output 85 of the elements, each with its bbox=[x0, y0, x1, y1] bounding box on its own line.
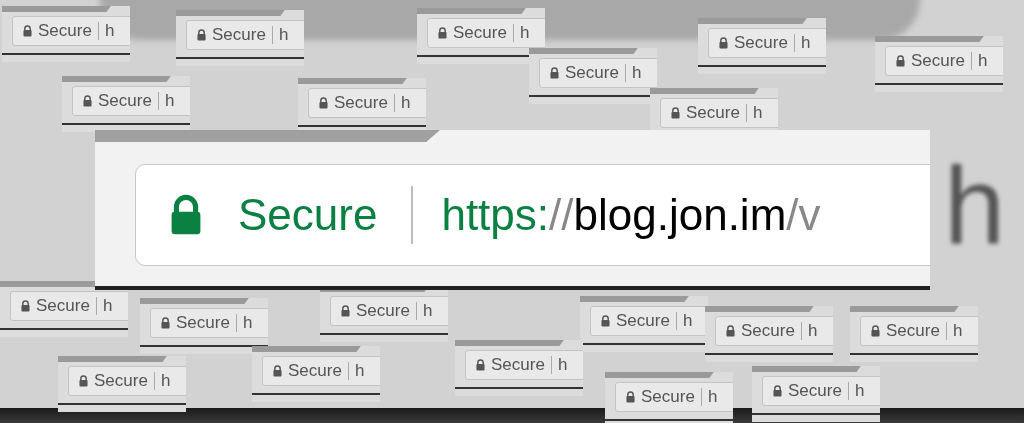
url-text: h bbox=[354, 361, 365, 381]
address-bar[interactable]: Secure h bbox=[186, 20, 304, 50]
lock-icon bbox=[550, 67, 559, 79]
address-bar[interactable]: Secure h bbox=[660, 98, 778, 128]
url-text: h bbox=[707, 387, 718, 407]
secure-label: Secure bbox=[288, 361, 342, 381]
url-text: h bbox=[519, 23, 530, 43]
lock-icon bbox=[773, 385, 782, 397]
secure-label: Secure bbox=[212, 25, 266, 45]
address-bar[interactable]: Secure h bbox=[885, 46, 1003, 76]
url-text: h bbox=[242, 313, 253, 333]
lock-icon bbox=[161, 317, 170, 329]
lock-icon bbox=[871, 325, 880, 337]
address-bar[interactable]: Secure h bbox=[715, 316, 833, 346]
lock-icon bbox=[341, 305, 350, 317]
address-bar[interactable]: Secure h bbox=[150, 308, 268, 338]
lock-icon bbox=[273, 365, 282, 377]
address-bar[interactable]: Secure h bbox=[860, 316, 978, 346]
address-bar[interactable]: Secure h bbox=[539, 58, 657, 88]
url-text: h bbox=[104, 21, 115, 41]
address-bar[interactable]: Secure h bbox=[465, 350, 583, 380]
secure-label: Secure bbox=[565, 63, 619, 83]
address-bar[interactable]: Secure h bbox=[615, 382, 733, 412]
blurred-url-text: h bbox=[944, 150, 1006, 260]
address-bar[interactable]: Secure h bbox=[10, 291, 128, 321]
url-text: h bbox=[807, 321, 818, 341]
secure-label: Secure bbox=[911, 51, 965, 71]
lock-icon bbox=[601, 315, 610, 327]
url-text: h bbox=[557, 355, 568, 375]
secure-label: Secure bbox=[176, 313, 230, 333]
secure-label: Secure bbox=[36, 296, 90, 316]
lock-icon bbox=[79, 375, 88, 387]
address-bar[interactable]: Secure h bbox=[427, 18, 545, 48]
address-bar[interactable]: Secure h bbox=[72, 86, 190, 116]
secure-label: Secure bbox=[886, 321, 940, 341]
secure-label: Secure bbox=[38, 21, 92, 41]
secure-label: Secure bbox=[98, 91, 152, 111]
url-text: h bbox=[752, 103, 763, 123]
url-text: h bbox=[952, 321, 963, 341]
url-text: h bbox=[682, 311, 693, 331]
url-text: h bbox=[164, 91, 175, 111]
lock-icon bbox=[83, 95, 92, 107]
lock-icon bbox=[719, 37, 728, 49]
secure-label: Secure bbox=[453, 23, 507, 43]
secure-label: Secure bbox=[491, 355, 545, 375]
address-bar[interactable]: Secure h bbox=[68, 366, 186, 396]
secure-label: Secure bbox=[356, 301, 410, 321]
lock-icon bbox=[197, 29, 206, 41]
lock-icon bbox=[319, 97, 328, 109]
url-text: h bbox=[278, 25, 289, 45]
url-text: h bbox=[800, 33, 811, 53]
secure-label: Secure bbox=[238, 190, 378, 240]
url-text: h bbox=[422, 301, 433, 321]
url-text: h bbox=[102, 296, 113, 316]
secure-label: Secure bbox=[686, 103, 740, 123]
address-bar[interactable]: Secure h bbox=[12, 16, 130, 46]
secure-label: Secure bbox=[616, 311, 670, 331]
url-text: h bbox=[854, 381, 865, 401]
address-bar[interactable]: Secure h bbox=[262, 356, 380, 386]
address-bar[interactable]: Secure https://blog.jon.im/v bbox=[135, 164, 930, 266]
url-text: h bbox=[977, 51, 988, 71]
secure-label: Secure bbox=[641, 387, 695, 407]
lock-icon bbox=[896, 55, 905, 67]
lock-icon bbox=[438, 27, 447, 39]
address-bar[interactable]: Secure h bbox=[762, 376, 880, 406]
lock-icon bbox=[170, 194, 202, 236]
address-bar[interactable]: Secure h bbox=[708, 28, 826, 58]
secure-label: Secure bbox=[741, 321, 795, 341]
address-bar[interactable]: Secure h bbox=[308, 88, 426, 118]
url-text: h bbox=[631, 63, 642, 83]
lock-icon bbox=[23, 25, 32, 37]
lock-icon bbox=[626, 391, 635, 403]
address-bar[interactable]: Secure h bbox=[330, 296, 448, 326]
lock-icon bbox=[726, 325, 735, 337]
url-text: https://blog.jon.im/v bbox=[441, 190, 821, 240]
lock-icon bbox=[21, 300, 30, 312]
url-text: h bbox=[160, 371, 171, 391]
lock-icon bbox=[671, 107, 680, 119]
secure-label: Secure bbox=[94, 371, 148, 391]
secure-label: Secure bbox=[788, 381, 842, 401]
url-text: h bbox=[400, 93, 411, 113]
secure-label: Secure bbox=[734, 33, 788, 53]
secure-label: Secure bbox=[334, 93, 388, 113]
lock-icon bbox=[476, 359, 485, 371]
address-bar[interactable]: Secure h bbox=[590, 306, 708, 336]
